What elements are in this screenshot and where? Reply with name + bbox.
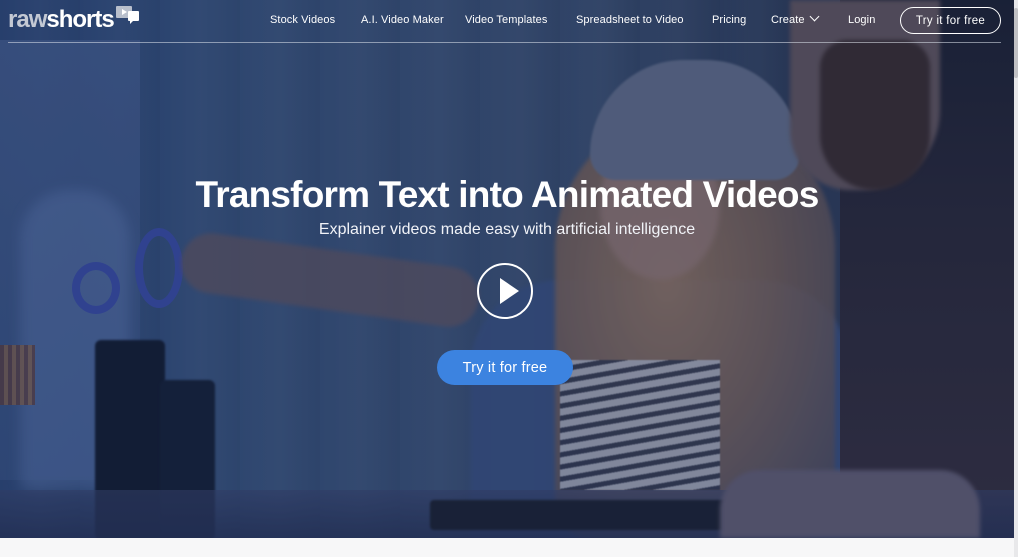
logo-text-shorts: shorts [46, 6, 114, 33]
nav-pricing[interactable]: Pricing [712, 14, 746, 26]
play-icon [500, 278, 519, 304]
logo-icon-chat-bubble [127, 11, 139, 24]
next-section [0, 538, 1014, 557]
nav-spreadsheet-to-video[interactable]: Spreadsheet to Video [576, 14, 684, 26]
logo-text-raw: raw [8, 6, 47, 33]
hero-section: raw shorts Stock Videos A.I. Video Maker… [0, 0, 1014, 538]
nav-login[interactable]: Login [848, 14, 875, 26]
nav-video-templates[interactable]: Video Templates [465, 14, 547, 26]
hero-subheadline: Explainer videos made easy with artifici… [318, 221, 696, 238]
nav-create-label: Create [771, 14, 805, 26]
chevron-down-icon [809, 11, 820, 22]
play-video-button[interactable] [477, 263, 533, 319]
header-try-free-button[interactable]: Try it for free [900, 7, 1001, 34]
hero-headline: Transform Text into Animated Videos [195, 174, 819, 215]
chat-play-icon [115, 6, 142, 26]
site-header: raw shorts Stock Videos A.I. Video Maker… [0, 0, 1014, 42]
scrollbar-thumb[interactable] [1014, 8, 1018, 78]
header-divider [8, 42, 1001, 43]
nav-stock-videos[interactable]: Stock Videos [270, 14, 335, 26]
logo[interactable]: raw shorts [8, 6, 142, 33]
page-scrollbar[interactable] [1014, 0, 1018, 557]
hero-try-free-button[interactable]: Try it for free [437, 350, 573, 385]
nav-create[interactable]: Create [771, 11, 820, 26]
nav-ai-video-maker[interactable]: A.I. Video Maker [361, 14, 444, 26]
